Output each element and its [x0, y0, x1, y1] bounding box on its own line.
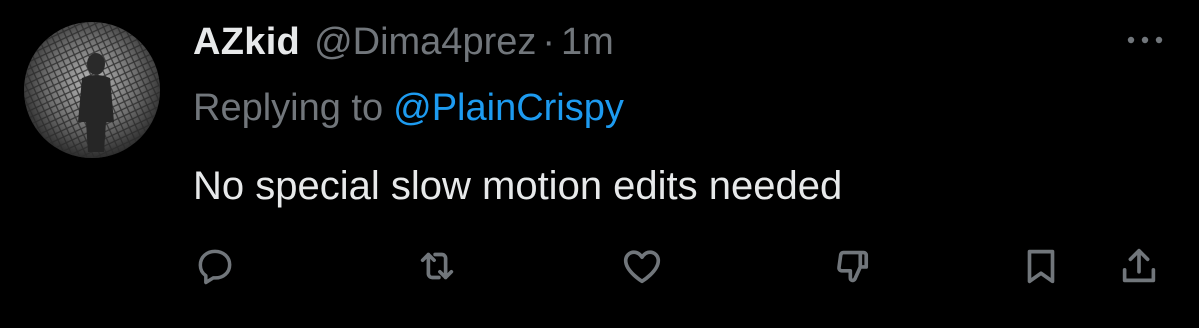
timestamp[interactable]: 1m [561, 21, 614, 64]
share-icon [1122, 248, 1156, 283]
avatar[interactable] [24, 22, 160, 158]
downvote-icon [837, 250, 869, 283]
retweet-icon [420, 252, 454, 280]
display-name[interactable]: AZkid [193, 21, 300, 64]
tweet-text: No special slow motion edits needed [193, 164, 843, 208]
like-icon [623, 250, 661, 284]
replying-to-label: Replying to [193, 86, 384, 129]
bookmark-icon [1027, 249, 1055, 284]
tweet[interactable]: AZkid @Dima4prez · 1m Replying to @Plain… [0, 0, 1199, 328]
replying-to-mention[interactable]: @PlainCrispy [393, 87, 624, 130]
reply-icon [198, 249, 232, 285]
retweet-button[interactable] [412, 241, 462, 291]
user-handle[interactable]: @Dima4prez [314, 21, 536, 64]
more-options-button[interactable] [1121, 22, 1169, 58]
downvote-button[interactable] [828, 241, 878, 291]
replying-to: Replying to @PlainCrispy [193, 83, 624, 133]
more-icon [1127, 36, 1163, 44]
reply-button[interactable] [190, 241, 240, 291]
like-button[interactable] [617, 241, 667, 291]
share-button[interactable] [1114, 241, 1164, 291]
separator-dot: · [542, 20, 556, 63]
bookmark-button[interactable] [1016, 241, 1066, 291]
tweet-header: AZkid @Dima4prez · 1m [193, 18, 614, 66]
avatar-image [24, 22, 160, 158]
